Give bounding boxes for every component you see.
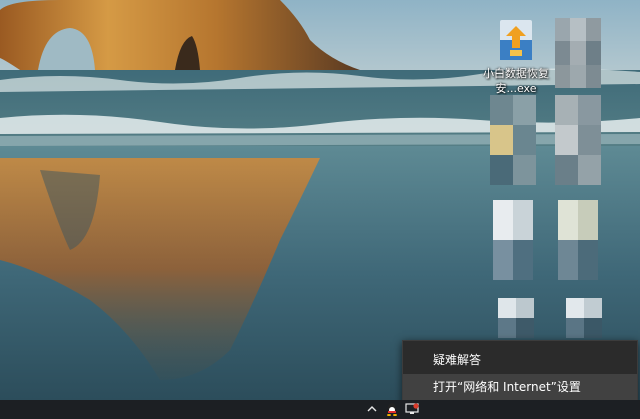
blurred-desktop-icon[interactable] xyxy=(555,95,601,185)
qq-icon[interactable] xyxy=(385,402,399,416)
desktop-icon-xiaobai-recovery[interactable]: 小白数据恢复 安...exe xyxy=(470,18,562,96)
recovery-app-icon xyxy=(496,18,536,62)
desktop-icon-label-line1: 小白数据恢复 xyxy=(483,67,549,80)
menu-item-open-network-settings[interactable]: 打开“网络和 Internet”设置 xyxy=(403,374,637,401)
network-context-menu: 疑难解答 打开“网络和 Internet”设置 xyxy=(402,340,638,408)
blurred-desktop-icon[interactable] xyxy=(498,298,534,338)
blurred-desktop-icon[interactable] xyxy=(493,200,533,280)
menu-item-troubleshoot[interactable]: 疑难解答 xyxy=(403,347,637,374)
blurred-desktop-icon[interactable] xyxy=(566,298,602,338)
chevron-up-icon[interactable] xyxy=(365,402,379,416)
blurred-desktop-icon[interactable] xyxy=(555,18,601,88)
blurred-desktop-icon[interactable] xyxy=(558,200,598,280)
desktop-icon-label-line2: 安...exe xyxy=(495,82,537,95)
taskbar xyxy=(0,400,640,419)
network-icon[interactable] xyxy=(405,402,419,416)
blurred-desktop-icon-label xyxy=(490,95,536,185)
